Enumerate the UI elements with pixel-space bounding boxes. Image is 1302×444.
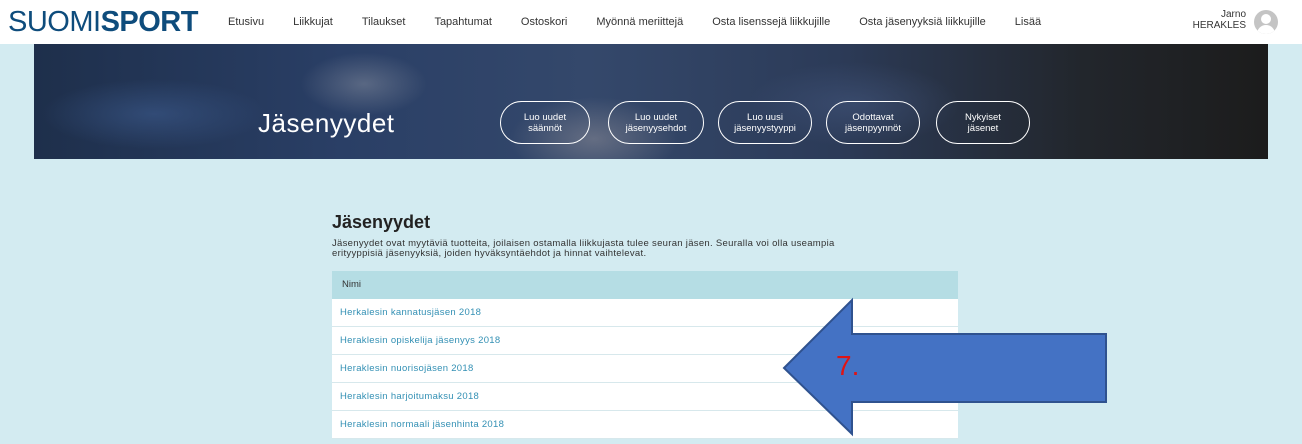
- create-membership-type-button[interactable]: Luo uusi jäsenyystyyppi: [718, 101, 812, 144]
- annotation-arrow-shape: [782, 297, 1107, 437]
- annotation-step-label: 7.: [836, 350, 860, 381]
- current-members-button[interactable]: Nykyiset jäsenet: [936, 101, 1030, 144]
- button-label-line2: jäsenyysehdot: [625, 122, 687, 134]
- user-info[interactable]: Jarno HERAKLES: [1193, 9, 1246, 31]
- section-title: Jäsenyydet: [332, 212, 431, 232]
- nav-ostoskori[interactable]: Ostoskori: [521, 16, 567, 28]
- button-label-line1: Luo uudet: [634, 111, 678, 123]
- description-line: erityyppisiä jäsenyyksiä, joiden hyväksy…: [332, 248, 647, 259]
- pending-membership-requests-button[interactable]: Odottavat jäsenpyynnöt: [826, 101, 920, 144]
- user-organization: HERAKLES: [1192, 20, 1246, 31]
- section-description: Jäsenyydet ovat myytäviä tuotteita, joil…: [332, 239, 972, 259]
- logo-text-sport: SPORT: [100, 6, 199, 38]
- page-title: Jäsenyydet: [258, 108, 395, 138]
- button-label-line2: jäsenyystyyppi: [734, 122, 796, 134]
- logo-text-suomi: SUOMI: [8, 6, 101, 38]
- annotation-arrow-icon: [782, 297, 1107, 437]
- avatar-head-shape: [1261, 14, 1271, 24]
- nav-lisaa[interactable]: Lisää: [1015, 16, 1041, 28]
- user-name: Jarno: [1220, 9, 1246, 20]
- button-label-line2: jäsenet: [967, 122, 999, 134]
- nav-osta-lisensseja[interactable]: Osta lisenssejä liikkujille: [712, 16, 830, 28]
- nav-etusivu[interactable]: Etusivu: [228, 16, 264, 28]
- button-label-line1: Odottavat: [852, 111, 894, 123]
- column-header-name[interactable]: Nimi: [332, 271, 958, 299]
- button-label-line1: Luo uudet: [523, 111, 567, 123]
- button-label-line2: jäsenpyynnöt: [845, 122, 901, 134]
- create-membership-terms-button[interactable]: Luo uudet jäsenyysehdot: [608, 101, 704, 144]
- nav-osta-jasenyyksia[interactable]: Osta jäsenyyksiä liikkujille: [859, 16, 986, 28]
- create-rules-button[interactable]: Luo uudet säännöt: [500, 101, 590, 144]
- nav-liikkujat[interactable]: Liikkujat: [293, 16, 333, 28]
- nav-myonna-meriitteja[interactable]: Myönnä meriittejä: [596, 16, 683, 28]
- button-label-line2: säännöt: [528, 122, 562, 134]
- suomisport-logo[interactable]: SUOMISPORT: [8, 7, 198, 37]
- nav-tilaukset[interactable]: Tilaukset: [362, 16, 406, 28]
- button-label-line1: Luo uusi: [747, 111, 783, 123]
- nav-tapahtumat[interactable]: Tapahtumat: [434, 16, 491, 28]
- hero-banner: Jäsenyydet Luo uudet säännöt Luo uudet jäs…: [34, 44, 1268, 159]
- avatar-icon[interactable]: [1254, 10, 1278, 34]
- main-menu: Etusivu Liikkujat Tilaukset Tapahtumat O…: [228, 0, 1070, 44]
- avatar-body-shape: [1257, 25, 1275, 34]
- top-navigation: SUOMISPORT Etusivu Liikkujat Tilaukset T…: [0, 0, 1302, 44]
- button-label-line1: Nykyiset: [965, 111, 1001, 123]
